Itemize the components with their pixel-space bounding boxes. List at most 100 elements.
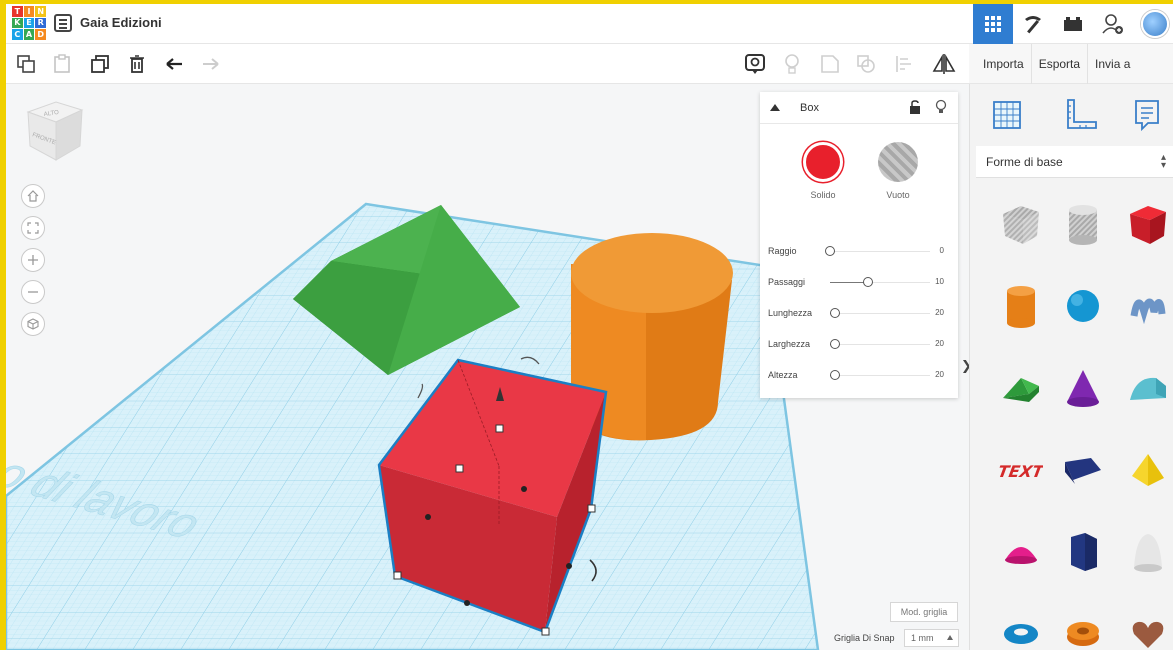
param-row-passaggi: Passaggi 10 [760,273,958,293]
redo-icon [203,58,219,70]
logo-letter: E [23,17,35,29]
ungroup-button[interactable] [854,52,878,76]
snap-grid-select[interactable]: 1 mm [904,629,959,647]
paste-button[interactable] [50,52,74,76]
torus-shape[interactable] [990,598,1052,650]
inspector-shape-name[interactable]: Box [800,102,819,114]
pyramid-shape[interactable] [1117,434,1173,506]
half-sphere-shape[interactable] [990,516,1052,588]
cylinder-hole-shape[interactable] [1052,188,1114,260]
half-cylinder-shape[interactable] [1052,434,1114,506]
perspective-button[interactable] [21,312,45,336]
shapes-panel: Forme di base ▴ ▾ TEXT [969,84,1173,650]
zoom-out-button[interactable] [21,280,45,304]
send-to-button[interactable]: Invia a [1087,43,1137,84]
bulb-icon[interactable] [935,99,947,115]
roof-icon [1003,378,1039,402]
notes-icon[interactable] [1130,98,1164,132]
param-slider-handle[interactable] [830,370,840,380]
align-button[interactable] [892,52,916,76]
logo-letter: K [12,17,23,29]
heart-shape[interactable] [1117,598,1173,650]
round-roof-shape[interactable] [1117,352,1173,424]
param-value[interactable]: 20 [935,339,944,348]
workplane-viewport[interactable]: Piano di lavoro ALTO FRONTE Box Solido V… [6,84,969,650]
shape-category-select[interactable]: Forme di base ▴ ▾ [976,146,1173,178]
fit-view-button[interactable] [21,216,45,240]
panel-collapse-chevron-icon[interactable]: ❯ [961,358,969,388]
param-slider-track[interactable] [830,251,930,252]
home-view-button[interactable] [21,184,45,208]
ruler-icon[interactable] [1064,98,1098,132]
cone-shape[interactable] [1052,352,1114,424]
notes-button[interactable] [743,52,767,76]
logo-letter: D [35,29,46,40]
text-shape[interactable]: TEXT [990,434,1052,506]
param-slider-track[interactable] [830,375,930,376]
invite-user-button[interactable] [1093,4,1133,44]
logo-letter: I [23,6,35,17]
edit-grid-button[interactable]: Mod. griglia [890,602,958,622]
param-slider-handle[interactable] [830,339,840,349]
paraboloid-shape[interactable] [1117,516,1173,588]
shape-category-value: Forme di base [986,154,1063,169]
box-hole-shape[interactable] [990,188,1052,260]
tube-shape[interactable] [1052,598,1114,650]
project-title[interactable]: Gaia Edizioni [80,15,162,30]
zoom-in-button[interactable] [21,248,45,272]
redo-button[interactable] [199,52,223,76]
top-bar: TIN KER CAD Gaia Edizioni [6,4,1173,44]
group-icon [821,55,839,73]
sphere-shape[interactable] [1052,270,1114,342]
param-slider-handle[interactable] [863,277,873,287]
half-sphere-icon [1005,547,1037,564]
param-value[interactable]: 0 [940,246,944,255]
blocks-button[interactable] [1013,4,1053,44]
export-button[interactable]: Esporta [1030,43,1087,84]
group-button[interactable] [818,52,842,76]
copy-button[interactable] [14,52,38,76]
param-slider-handle[interactable] [830,308,840,318]
grid-view-button[interactable] [973,4,1013,44]
delete-button[interactable] [125,52,149,76]
param-row-raggio: Raggio 0 [760,242,958,262]
workplane-icon[interactable] [990,98,1024,132]
delete-icon [130,55,144,73]
unlock-icon[interactable] [909,100,921,114]
param-slider-track[interactable] [830,313,930,314]
roof-shape[interactable] [990,352,1052,424]
polygon-shape[interactable] [1052,516,1114,588]
mirror-button[interactable] [932,52,956,76]
design-list-icon[interactable] [54,14,72,32]
param-label: Lunghezza [768,308,813,318]
tube-icon [1067,622,1099,646]
param-value[interactable]: 10 [935,277,944,286]
avatar [1141,10,1169,38]
half-cylinder-icon [1065,458,1101,484]
tinkercad-editor: TINKERCAD Gaia Edizioni Importa Esporta … [6,4,1173,650]
tinkercad-logo[interactable]: TIN KER CAD [12,6,46,40]
top-right-actions [973,4,1173,44]
edit-toolbar [6,44,969,84]
param-value[interactable]: 20 [935,308,944,317]
scribble-shape[interactable] [1117,270,1173,342]
hole-swatch[interactable] [878,142,918,182]
box-shape[interactable] [1117,188,1173,260]
logo-letter: C [12,29,23,40]
collapse-caret-icon[interactable] [770,104,780,111]
svg-text:TEXT: TEXT [999,462,1043,481]
show-all-button[interactable] [780,52,804,76]
view-cube[interactable]: ALTO FRONTE [24,96,86,168]
import-button[interactable]: Importa [969,44,1031,84]
param-value[interactable]: 20 [935,370,944,379]
param-slider-track[interactable] [830,344,930,345]
bricks-button[interactable] [1053,4,1093,44]
cylinder-shape[interactable] [990,270,1052,342]
solid-label: Solido [810,190,836,200]
solid-color-swatch[interactable] [803,142,843,182]
user-avatar-button[interactable] [1133,4,1173,44]
param-row-altezza: Altezza 20 [760,366,958,386]
duplicate-button[interactable] [88,52,112,76]
undo-button[interactable] [162,52,186,76]
param-slider-handle[interactable] [825,246,835,256]
